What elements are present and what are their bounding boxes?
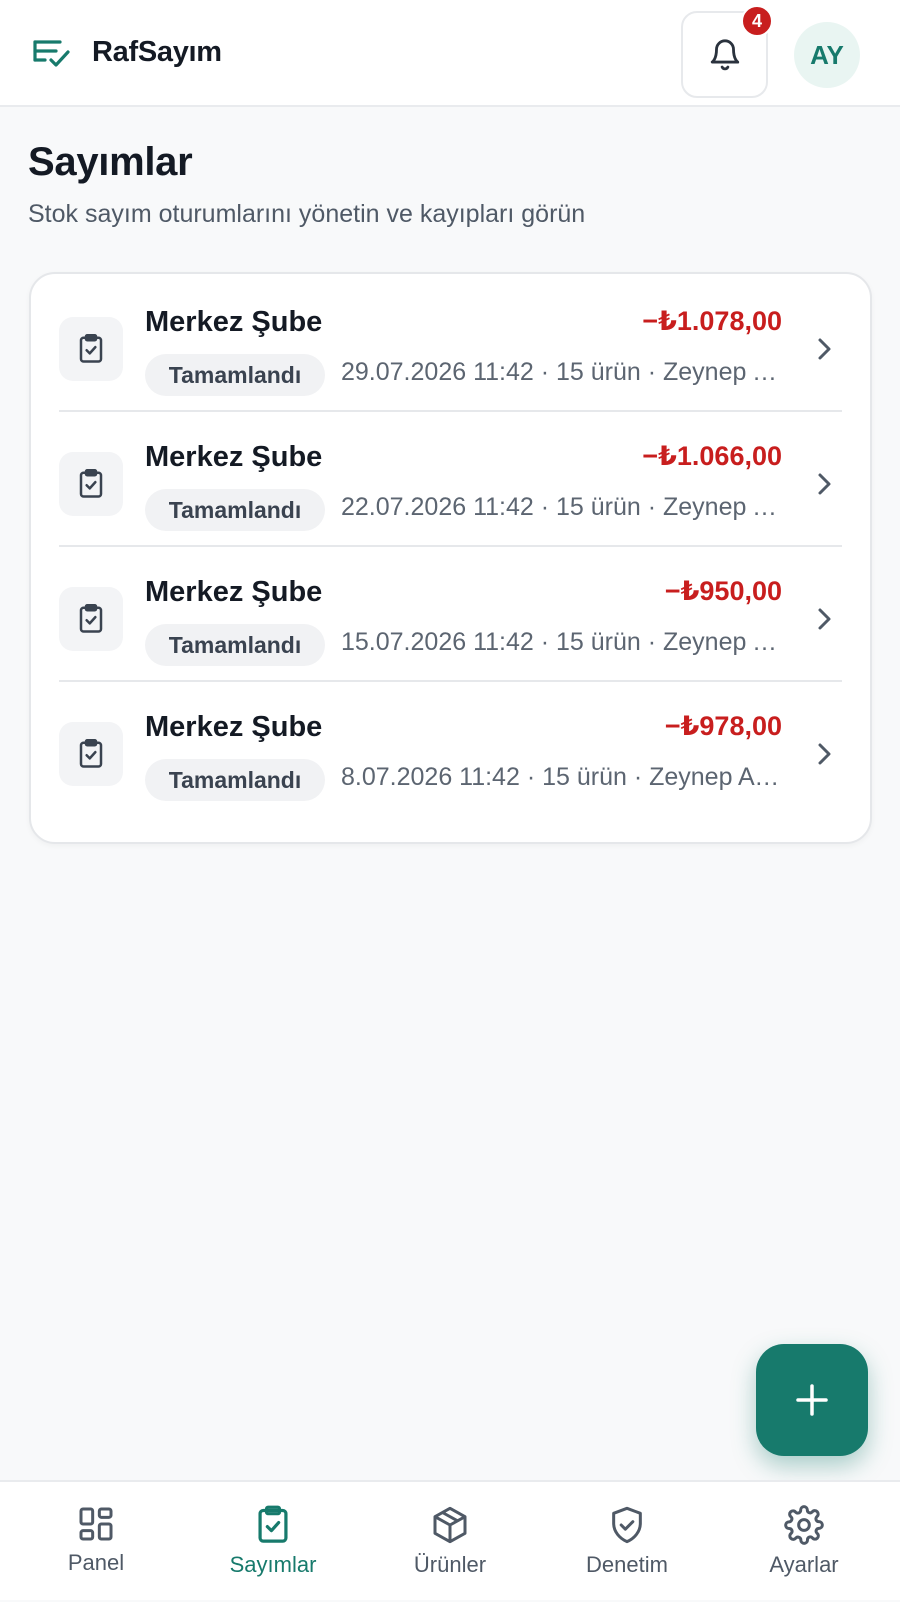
logo-icon xyxy=(33,40,70,67)
avatar[interactable]: AY xyxy=(794,22,860,88)
bottom-nav: Panel Sayımlar Ürünler Denetim Ayarlar xyxy=(0,1480,900,1600)
new-count-button[interactable] xyxy=(756,1344,868,1456)
page-title: Sayımlar xyxy=(28,140,193,184)
branch-name: Merkez Şube xyxy=(145,576,323,608)
page-subtitle: Stok sayım oturumlarını yönetin ve kayıp… xyxy=(28,200,586,228)
loss-amount: −₺1.078,00 xyxy=(642,306,782,336)
chevron-right-icon xyxy=(818,608,831,630)
clipboard-check-icon xyxy=(59,587,123,651)
nav-label: Sayımlar xyxy=(229,1552,317,1577)
nav-item-denetim[interactable]: Denetim xyxy=(552,1482,702,1602)
status-badge: Tamamlandı xyxy=(145,759,325,801)
session-meta: 15.07.2026 11:42 · 15 ürün · Zeynep Aydı… xyxy=(341,628,786,656)
nav-label: Ürünler xyxy=(413,1552,487,1577)
top-bar: RafSayım 4 AY xyxy=(0,0,900,107)
nav-label: Ayarlar xyxy=(769,1552,839,1577)
clipboard-check-icon xyxy=(59,722,123,786)
nav-item-urunler[interactable]: Ürünler xyxy=(375,1482,525,1602)
gear-icon xyxy=(784,1505,824,1545)
branch-name: Merkez Şube xyxy=(145,711,323,743)
loss-amount: −₺950,00 xyxy=(664,576,782,606)
session-list: Merkez Şube −₺1.078,00 Tamamlandı 29.07.… xyxy=(29,272,872,844)
plus-icon xyxy=(796,1384,828,1416)
clipboard-check-icon xyxy=(258,1505,288,1543)
nav-item-panel[interactable]: Panel xyxy=(21,1482,171,1602)
grid-icon xyxy=(79,1507,113,1541)
branch-name: Merkez Şube xyxy=(145,306,323,338)
chevron-right-icon xyxy=(818,743,831,765)
session-row[interactable]: Merkez Şube −₺1.066,00 Tamamlandı 22.07.… xyxy=(31,409,870,547)
app-title: RafSayım xyxy=(92,36,222,68)
status-badge: Tamamlandı xyxy=(145,489,325,531)
nav-item-ayarlar[interactable]: Ayarlar xyxy=(729,1482,879,1602)
session-row[interactable]: Merkez Şube −₺978,00 Tamamlandı 8.07.202… xyxy=(31,679,870,817)
nav-label: Panel xyxy=(67,1550,125,1575)
box-icon xyxy=(433,1506,467,1544)
session-meta: 29.07.2026 11:42 · 15 ürün · Zeynep Aydı… xyxy=(341,358,786,386)
notification-count-badge: 4 xyxy=(741,5,773,37)
branch-name: Merkez Şube xyxy=(145,441,323,473)
session-meta: 8.07.2026 11:42 · 15 ürün · Zeynep Aydın xyxy=(341,763,786,791)
chevron-right-icon xyxy=(818,338,831,360)
status-badge: Tamamlandı xyxy=(145,354,325,396)
loss-amount: −₺1.066,00 xyxy=(642,441,782,471)
session-row[interactable]: Merkez Şube −₺950,00 Tamamlandı 15.07.20… xyxy=(31,544,870,682)
nav-label: Denetim xyxy=(586,1552,668,1577)
nav-item-sayimlar[interactable]: Sayımlar xyxy=(198,1482,348,1602)
status-badge: Tamamlandı xyxy=(145,624,325,666)
loss-amount: −₺978,00 xyxy=(664,711,782,741)
chevron-right-icon xyxy=(818,473,831,495)
shield-check-icon xyxy=(612,1506,642,1544)
clipboard-check-icon xyxy=(59,317,123,381)
bell-icon xyxy=(710,39,739,70)
clipboard-check-icon xyxy=(59,452,123,516)
session-row[interactable]: Merkez Şube −₺1.078,00 Tamamlandı 29.07.… xyxy=(31,274,870,412)
session-meta: 22.07.2026 11:42 · 15 ürün · Zeynep Aydı… xyxy=(341,493,786,521)
